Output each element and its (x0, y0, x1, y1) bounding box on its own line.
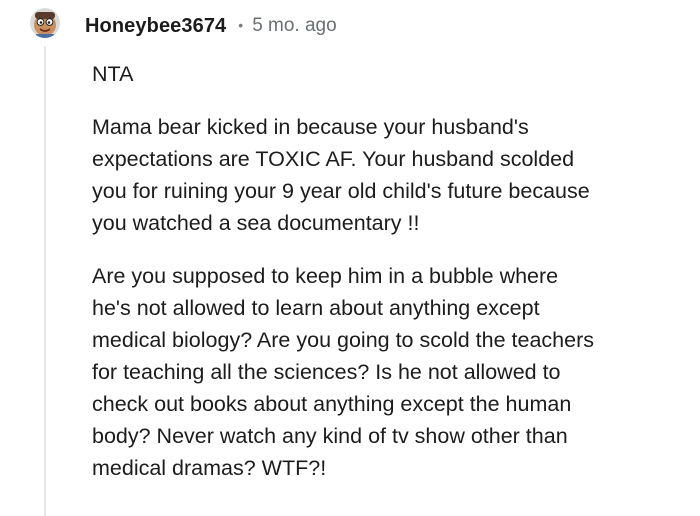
thread-line[interactable] (44, 46, 46, 516)
text-line: Are you supposed to keep him in a bubble… (92, 264, 559, 288)
text-line: check out books about anything except th… (92, 392, 572, 416)
text-line: NTA (92, 62, 134, 86)
text-line: Mama bear kicked in because your husband… (92, 115, 529, 139)
comment: Honeybee3674 • 5 mo. ago NTA Mama bear k… (0, 0, 700, 516)
comment-paragraph: NTA (92, 58, 682, 90)
text-line: for teaching all the sciences? Is he not… (92, 360, 561, 384)
text-line: you for ruining your 9 year old child's … (92, 179, 590, 203)
username-link[interactable]: Honeybee3674 (85, 15, 226, 38)
text-line: he's not allowed to learn about anything… (92, 296, 540, 320)
text-line: body? Never watch any kind of tv show ot… (92, 424, 568, 448)
user-avatar-icon[interactable] (30, 8, 60, 38)
comment-body: NTA Mama bear kicked in because your hus… (92, 58, 682, 505)
text-line: medical dramas? WTF?! (92, 456, 327, 480)
timestamp[interactable]: 5 mo. ago (252, 15, 337, 37)
meta-separator: • (238, 17, 244, 33)
text-line: expectations are TOXIC AF. Your husband … (92, 147, 575, 171)
comment-header: Honeybee3674 • 5 mo. ago (85, 11, 337, 41)
text-line: you watched a sea documentary !! (92, 211, 420, 235)
comment-paragraph: Mama bear kicked in because your husband… (92, 111, 682, 239)
text-line: medical biology? Are you going to scold … (92, 328, 594, 352)
comment-paragraph: Are you supposed to keep him in a bubble… (92, 260, 682, 484)
